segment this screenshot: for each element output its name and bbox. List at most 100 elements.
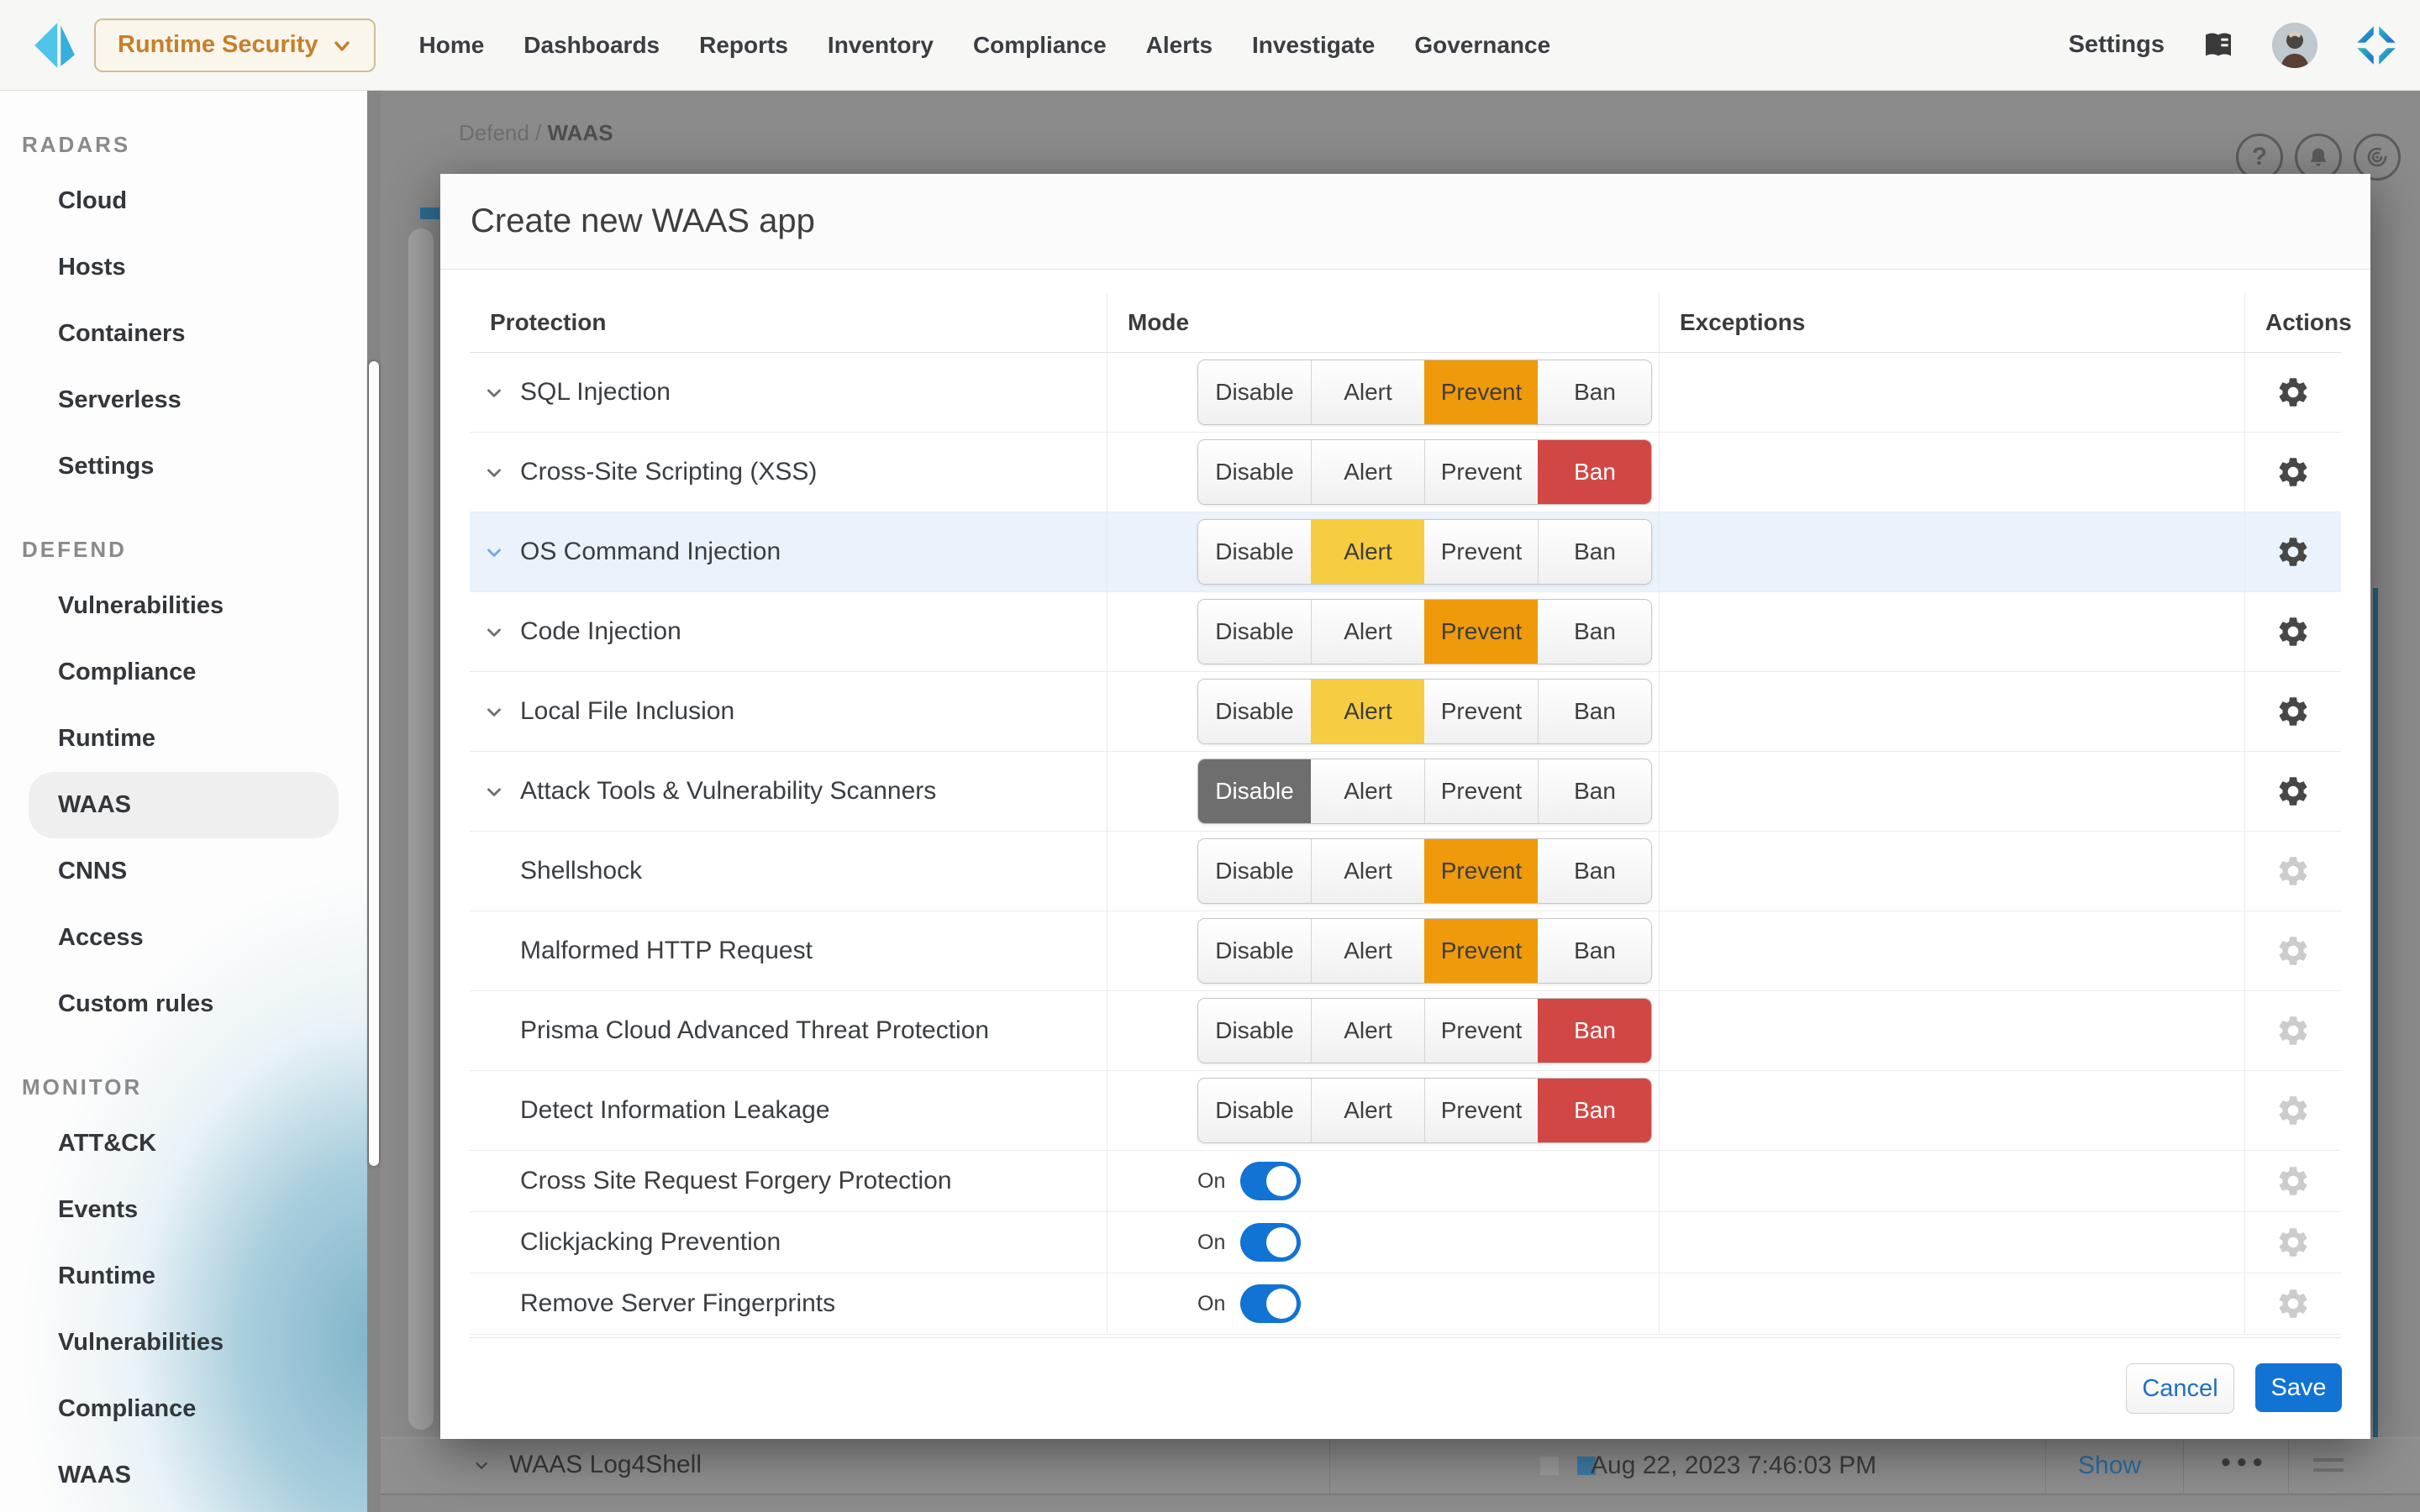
mode-option-prevent[interactable]: Prevent — [1424, 919, 1538, 983]
sidebar-item-vulnerabilities[interactable]: Vulnerabilities — [29, 1310, 339, 1376]
gear-icon[interactable] — [2275, 774, 2311, 809]
gear-icon[interactable] — [2275, 454, 2311, 490]
sidebar-item-events[interactable]: Events — [29, 1177, 339, 1243]
sidebar-item-cloud[interactable]: Cloud — [29, 168, 339, 234]
toggle-switch[interactable] — [1240, 1284, 1301, 1323]
sidebar-item-waas[interactable]: WAAS — [29, 1442, 339, 1509]
mode-option-ban[interactable]: Ban — [1538, 1079, 1651, 1142]
sidebar-section-defend: DEFEND — [22, 537, 367, 563]
sidebar-item-custom-rules[interactable]: Custom rules — [29, 971, 339, 1037]
sidebar-item-att-ck[interactable]: ATT&CK — [29, 1110, 339, 1177]
sidebar-item-compliance[interactable]: Compliance — [29, 639, 339, 706]
mode-option-alert[interactable]: Alert — [1311, 680, 1424, 743]
nav-item-reports[interactable]: Reports — [699, 32, 788, 59]
mode-option-ban[interactable]: Ban — [1538, 360, 1651, 424]
mode-option-ban[interactable]: Ban — [1538, 919, 1651, 983]
mode-option-prevent[interactable]: Prevent — [1424, 1079, 1538, 1142]
mode-option-prevent[interactable]: Prevent — [1424, 360, 1538, 424]
nav-item-home[interactable]: Home — [419, 32, 485, 59]
toggle-switch[interactable] — [1240, 1162, 1301, 1200]
chevron-down-icon[interactable] — [483, 381, 505, 403]
page-scrollbar — [367, 90, 381, 1512]
mode-option-ban[interactable]: Ban — [1538, 839, 1651, 903]
mode-option-prevent[interactable]: Prevent — [1424, 999, 1538, 1063]
protection-table-header: Protection Mode Exceptions Actions — [470, 293, 2341, 353]
gear-icon[interactable] — [2275, 614, 2311, 649]
mode-option-disable[interactable]: Disable — [1198, 600, 1311, 664]
sidebar-item-containers[interactable]: Containers — [29, 301, 339, 367]
mode-option-alert[interactable]: Alert — [1311, 759, 1424, 823]
mode-option-disable[interactable]: Disable — [1198, 919, 1311, 983]
nav-item-investigate[interactable]: Investigate — [1252, 32, 1375, 59]
nav-item-dashboards[interactable]: Dashboards — [523, 32, 660, 59]
mode-option-alert[interactable]: Alert — [1311, 919, 1424, 983]
nav-item-compliance[interactable]: Compliance — [973, 32, 1107, 59]
mode-option-alert[interactable]: Alert — [1311, 440, 1424, 504]
protection-table-body: SQL InjectionDisableAlertPreventBanCross… — [470, 353, 2341, 1335]
chevron-down-icon[interactable] — [483, 461, 505, 483]
exceptions-cell — [1660, 512, 2245, 591]
mode-option-alert[interactable]: Alert — [1311, 600, 1424, 664]
protection-cell: Shellshock — [470, 832, 1107, 911]
mode-option-prevent[interactable]: Prevent — [1424, 600, 1538, 664]
chevron-down-icon[interactable] — [483, 701, 505, 722]
prisma-cloud-logo-icon[interactable] — [2354, 24, 2398, 67]
sidebar-item-access[interactable]: Access — [29, 905, 339, 971]
cancel-button[interactable]: Cancel — [2126, 1363, 2234, 1414]
sidebar-item-runtime[interactable]: Runtime — [29, 1243, 339, 1310]
mode-option-ban[interactable]: Ban — [1538, 999, 1651, 1063]
gear-icon[interactable] — [2275, 375, 2311, 410]
nav-item-inventory[interactable]: Inventory — [828, 32, 934, 59]
mode-option-disable[interactable]: Disable — [1198, 999, 1311, 1063]
mode-option-prevent[interactable]: Prevent — [1424, 839, 1538, 903]
mode-option-ban[interactable]: Ban — [1538, 759, 1651, 823]
gear-icon[interactable] — [2275, 694, 2311, 729]
breadcrumb-parent[interactable]: Defend — [459, 120, 529, 145]
mode-option-ban[interactable]: Ban — [1538, 440, 1651, 504]
mode-option-disable[interactable]: Disable — [1198, 520, 1311, 584]
sidebar-item-waas[interactable]: WAAS — [29, 772, 339, 838]
mode-option-prevent[interactable]: Prevent — [1424, 759, 1538, 823]
toggle-switch[interactable] — [1240, 1223, 1301, 1262]
sidebar-item-hosts[interactable]: Hosts — [29, 234, 339, 301]
mode-option-disable[interactable]: Disable — [1198, 1079, 1311, 1142]
row-menu-icon[interactable] — [2313, 1458, 2344, 1478]
sidebar-item-settings[interactable]: Settings — [29, 433, 339, 500]
mode-option-disable[interactable]: Disable — [1198, 360, 1311, 424]
mode-option-prevent[interactable]: Prevent — [1424, 520, 1538, 584]
mode-option-ban[interactable]: Ban — [1538, 680, 1651, 743]
docs-book-icon[interactable] — [2202, 29, 2235, 62]
page-scrollbar-thumb[interactable] — [369, 361, 379, 1166]
sidebar-item-cnns[interactable]: CNNS — [29, 838, 339, 905]
mode-option-disable[interactable]: Disable — [1198, 759, 1311, 823]
chevron-down-icon[interactable] — [483, 780, 505, 802]
product-switcher-dropdown[interactable]: Runtime Security — [94, 18, 376, 72]
mode-option-alert[interactable]: Alert — [1311, 839, 1424, 903]
mode-option-ban[interactable]: Ban — [1538, 520, 1651, 584]
user-avatar[interactable] — [2272, 23, 2317, 68]
sidebar-item-vulnerabilities[interactable]: Vulnerabilities — [29, 573, 339, 639]
mode-option-alert[interactable]: Alert — [1311, 1079, 1424, 1142]
nav-item-governance[interactable]: Governance — [1414, 32, 1550, 59]
mode-option-disable[interactable]: Disable — [1198, 680, 1311, 743]
mode-option-ban[interactable]: Ban — [1538, 600, 1651, 664]
mode-option-prevent[interactable]: Prevent — [1424, 680, 1538, 743]
sidebar-item-compliance[interactable]: Compliance — [29, 1376, 339, 1442]
mode-option-disable[interactable]: Disable — [1198, 440, 1311, 504]
mode-option-alert[interactable]: Alert — [1311, 999, 1424, 1063]
show-link[interactable]: Show — [2078, 1452, 2141, 1480]
nav-item-alerts[interactable]: Alerts — [1146, 32, 1213, 59]
sidebar-item-runtime[interactable]: Runtime — [29, 706, 339, 772]
mode-option-alert[interactable]: Alert — [1311, 520, 1424, 584]
gear-icon[interactable] — [2275, 534, 2311, 570]
settings-link[interactable]: Settings — [2069, 31, 2165, 59]
more-actions-button[interactable]: ••• — [2221, 1446, 2269, 1479]
mode-option-alert[interactable]: Alert — [1311, 360, 1424, 424]
chevron-down-icon[interactable] — [471, 1454, 492, 1476]
mode-option-prevent[interactable]: Prevent — [1424, 440, 1538, 504]
mode-option-disable[interactable]: Disable — [1198, 839, 1311, 903]
sidebar-item-serverless[interactable]: Serverless — [29, 367, 339, 433]
save-button[interactable]: Save — [2255, 1363, 2342, 1412]
chevron-down-icon[interactable] — [483, 541, 505, 563]
chevron-down-icon[interactable] — [483, 621, 505, 643]
